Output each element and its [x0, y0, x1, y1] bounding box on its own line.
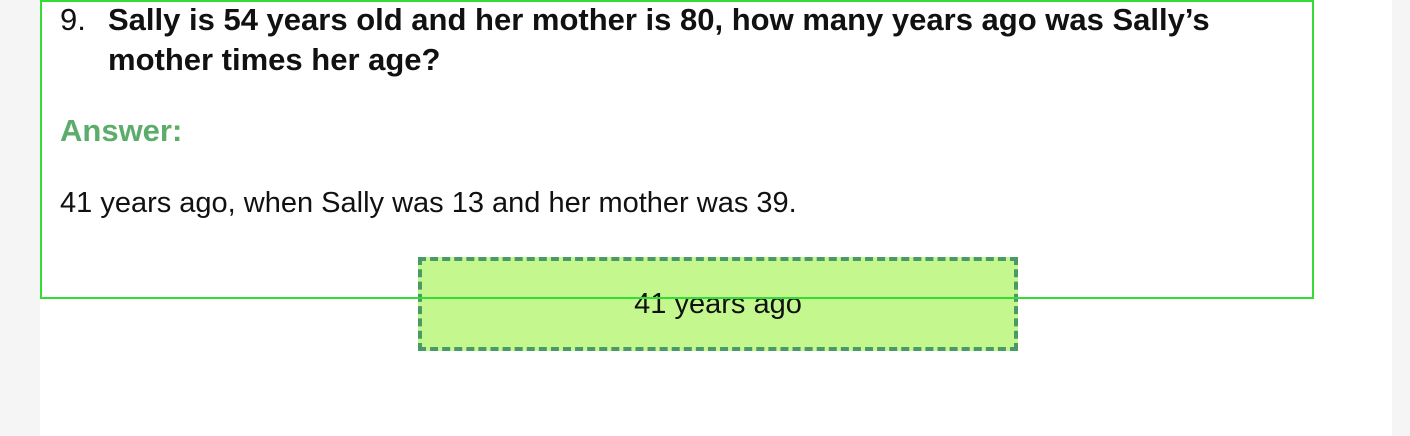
selection-highlight-box: [40, 0, 1314, 299]
